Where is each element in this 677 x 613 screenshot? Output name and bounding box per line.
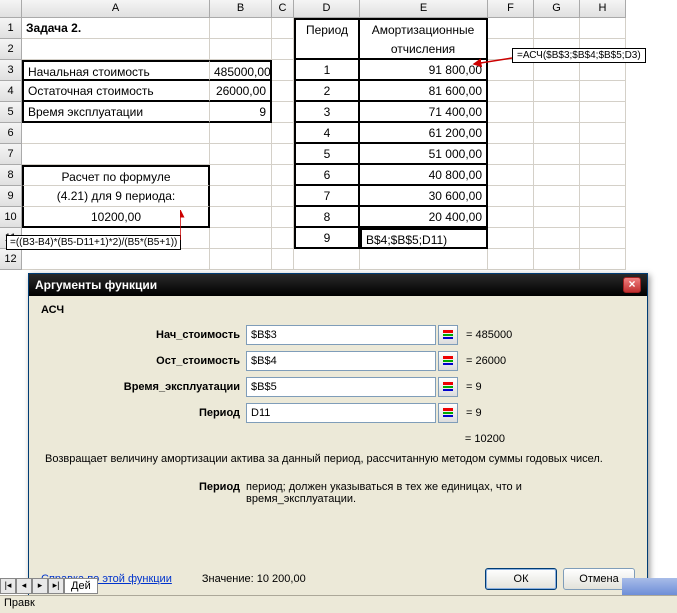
formula-annotation-e3: =АСЧ($B$3;$B$4;$B$5;D3) xyxy=(512,48,646,63)
cell-E2[interactable]: отчисления xyxy=(360,39,488,60)
sheet-tab[interactable]: Дей xyxy=(64,578,98,594)
value-label: Значение: 10 200,00 xyxy=(202,573,306,585)
collapse-dialog-icon[interactable] xyxy=(438,325,458,345)
cell-B3[interactable]: 485000,00 xyxy=(210,60,272,81)
col-A[interactable]: A xyxy=(22,0,210,18)
col-E[interactable]: E xyxy=(360,0,488,18)
formula-annotation-a10: =((B3-B4)*(B5-D11+1)*2)/(B5*(B5+1)) xyxy=(6,235,181,250)
first-sheet-icon[interactable]: |◂ xyxy=(0,578,16,594)
scrollbar-track[interactable] xyxy=(622,578,677,595)
col-B[interactable]: B xyxy=(210,0,272,18)
cell-A4[interactable]: Остаточная стоимость xyxy=(22,81,210,102)
cell-B1[interactable] xyxy=(210,18,272,39)
cell-A1[interactable]: Задача 2. xyxy=(22,18,210,39)
column-headers: A B C D E F G H xyxy=(0,0,677,18)
ok-button[interactable]: ОК xyxy=(485,568,557,590)
row-4[interactable]: 4 xyxy=(0,81,22,102)
arg-input-period[interactable] xyxy=(246,403,436,423)
col-G[interactable]: G xyxy=(534,0,580,18)
cell-E3[interactable]: 91 800,00 xyxy=(360,60,488,81)
last-sheet-icon[interactable]: ▸| xyxy=(48,578,64,594)
prev-sheet-icon[interactable]: ◂ xyxy=(16,578,32,594)
cell-C1[interactable] xyxy=(272,18,294,39)
dialog-titlebar[interactable]: Аргументы функции × xyxy=(29,274,647,296)
param-name: Период xyxy=(41,481,246,505)
close-icon[interactable]: × xyxy=(623,277,641,293)
cell-E1[interactable]: Амортизационные xyxy=(360,18,488,39)
active-cell-E11[interactable]: B$4;$B$5;D11) xyxy=(360,228,488,249)
arg-input-initial[interactable] xyxy=(246,325,436,345)
col-D[interactable]: D xyxy=(294,0,360,18)
function-description: Возвращает величину амортизации актива з… xyxy=(41,453,635,465)
row-2[interactable]: 2 xyxy=(0,39,22,60)
next-sheet-icon[interactable]: ▸ xyxy=(32,578,48,594)
arg-input-residual[interactable] xyxy=(246,351,436,371)
row-5[interactable]: 5 xyxy=(0,102,22,123)
arg-input-lifetime[interactable] xyxy=(246,377,436,397)
cell-A5[interactable]: Время эксплуатации xyxy=(22,102,210,123)
cell-B4[interactable]: 26000,00 xyxy=(210,81,272,102)
collapse-dialog-icon[interactable] xyxy=(438,403,458,423)
cell-D2[interactable] xyxy=(294,39,360,60)
status-bar: Правк xyxy=(0,595,677,613)
formula-result: = 10200 xyxy=(41,433,635,445)
sheet-nav[interactable]: |◂ ◂ ▸ ▸| Дей xyxy=(0,577,98,595)
col-H[interactable]: H xyxy=(580,0,626,18)
col-C[interactable]: C xyxy=(272,0,294,18)
cell-D4[interactable]: 2 xyxy=(294,81,360,102)
cell-D1[interactable]: Период xyxy=(294,18,360,39)
spreadsheet-grid[interactable]: A B C D E F G H 1 Задача 2. Период Аморт… xyxy=(0,0,677,270)
function-arguments-dialog[interactable]: Аргументы функции × АСЧ Нач_стоимость = … xyxy=(28,273,648,599)
cell-B5[interactable]: 9 xyxy=(210,102,272,123)
col-F[interactable]: F xyxy=(488,0,534,18)
cell-D5[interactable]: 3 xyxy=(294,102,360,123)
dialog-title: Аргументы функции xyxy=(35,278,157,292)
collapse-dialog-icon[interactable] xyxy=(438,377,458,397)
cell-D3[interactable]: 1 xyxy=(294,60,360,81)
collapse-dialog-icon[interactable] xyxy=(438,351,458,371)
cell-E5[interactable]: 71 400,00 xyxy=(360,102,488,123)
row-3[interactable]: 3 xyxy=(0,60,22,81)
arg-label-initial: Нач_стоимость xyxy=(41,329,246,341)
function-name: АСЧ xyxy=(41,304,635,316)
cell-A3[interactable]: Начальная стоимость xyxy=(22,60,210,81)
cell-E4[interactable]: 81 600,00 xyxy=(360,81,488,102)
select-all-corner[interactable] xyxy=(0,0,22,18)
row-1[interactable]: 1 xyxy=(0,18,22,39)
arg-result-initial: = 485000 xyxy=(466,329,512,341)
param-description: период; должен указываться в тех же един… xyxy=(246,481,586,505)
